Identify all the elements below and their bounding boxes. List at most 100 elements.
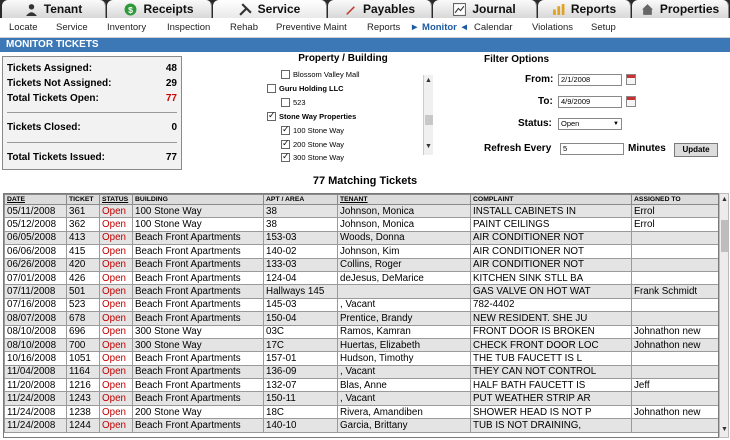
date-cell: 08/10/2008 xyxy=(4,324,67,339)
scroll-thumb[interactable] xyxy=(425,115,433,125)
tab-service[interactable]: Service xyxy=(213,0,327,18)
complaint-cell: HALF BATH FAUCETT IS xyxy=(470,378,632,393)
property-item-stone-way-properties[interactable]: Stone Way Properties xyxy=(267,110,356,121)
table-row[interactable]: 06/05/2008 413 Open Beach Front Apartments 1… xyxy=(4,230,718,246)
property-item-100-stone-way[interactable]: 100 Stone Way xyxy=(281,124,344,135)
tab-journal[interactable]: Journal xyxy=(433,0,537,18)
property-item-guru-holding[interactable]: Guru Holding LLC xyxy=(267,84,344,93)
property-scrollbar[interactable]: ▲ ▼ xyxy=(423,75,433,155)
table-row[interactable]: 07/01/2008 426 Open Beach Front Apartments 1… xyxy=(4,270,718,286)
ticket-cell: 678 xyxy=(66,311,100,326)
refresh-interval-input[interactable]: 5 xyxy=(560,143,624,155)
subnav-setup[interactable]: Setup xyxy=(591,22,616,33)
apt-area-cell: 133-03 xyxy=(263,257,338,272)
table-row[interactable]: 08/07/2008 678 Open Beach Front Apartments 1… xyxy=(4,311,718,326)
checkbox[interactable] xyxy=(281,124,290,135)
service-subnav: Locate Service Inventory Inspection Reha… xyxy=(0,18,730,38)
to-date-input[interactable]: 4/9/2009 xyxy=(558,96,622,108)
complaint-cell: PAINT CEILINGS xyxy=(470,217,632,232)
status-cell: Open xyxy=(99,391,133,406)
ticket-cell: 696 xyxy=(66,324,100,339)
summary-issued: Total Tickets Issued: 77 xyxy=(7,152,177,163)
table-row[interactable]: 11/24/2008 1243 Open Beach Front Apartments… xyxy=(4,391,718,406)
tab-tenant[interactable]: Tenant xyxy=(2,0,106,18)
scroll-up-icon[interactable]: ▲ xyxy=(721,196,728,203)
subnav-rehab[interactable]: Rehab xyxy=(230,22,258,33)
status-cell: Open xyxy=(99,311,133,326)
table-row[interactable]: 06/26/2008 420 Open Beach Front Apartments 1… xyxy=(4,257,718,272)
table-row[interactable]: 10/16/2008 1051 Open Beach Front Apartments… xyxy=(4,351,718,366)
column-header-complaint[interactable]: COMPLAINT xyxy=(470,194,632,205)
column-header-building[interactable]: BUILDING xyxy=(132,194,264,205)
property-picker-title: Property / Building xyxy=(298,53,388,64)
building-cell: Beach Front Apartments xyxy=(132,418,264,433)
date-cell: 11/24/2008 xyxy=(4,391,67,406)
tab-reports[interactable]: Reports xyxy=(538,0,631,18)
tab-receipts[interactable]: $ Receipts xyxy=(107,0,212,18)
property-item-blossom-valley-mall[interactable]: Blossom Valley Mall xyxy=(281,70,360,79)
table-row[interactable]: 11/04/2008 1164 Open Beach Front Apartments… xyxy=(4,364,718,380)
assigned-to-cell: Johnathon new xyxy=(631,337,718,353)
status-cell: Open xyxy=(99,418,133,433)
subnav-reports[interactable]: Reports xyxy=(367,22,400,33)
subnav-monitor[interactable]: ► Monitor ◄ xyxy=(410,22,469,33)
subnav-inspection[interactable]: Inspection xyxy=(167,22,210,33)
table-row[interactable]: 11/24/2008 1238 Open 200 Stone Way 18C Rivera… xyxy=(4,404,718,420)
column-header-tenant[interactable]: TENANT xyxy=(337,194,471,205)
calendar-icon[interactable] xyxy=(626,74,636,85)
to-label: To: xyxy=(538,96,553,107)
checkbox[interactable] xyxy=(281,138,290,149)
complaint-cell: AIR CONDITIONER NOT xyxy=(470,244,632,259)
table-row[interactable]: 08/10/2008 696 Open 300 Stone Way 03C Ramos, … xyxy=(4,324,718,339)
subnav-preventive-maint[interactable]: Preventive Maint xyxy=(276,22,347,33)
status-cell: Open xyxy=(99,364,133,380)
table-row[interactable]: 05/12/2008 362 Open 100 Stone Way 38 Johnson,… xyxy=(4,217,718,232)
table-row[interactable]: 05/11/2008 361 Open 100 Stone Way 38 Johnson,… xyxy=(4,203,718,219)
building-cell: 300 Stone Way xyxy=(132,324,264,339)
date-cell: 05/11/2008 xyxy=(4,203,67,219)
assigned-to-cell xyxy=(631,230,718,246)
subnav-inventory[interactable]: Inventory xyxy=(107,22,146,33)
subnav-violations[interactable]: Violations xyxy=(532,22,573,33)
scroll-thumb[interactable] xyxy=(721,220,728,252)
column-header-apt-area[interactable]: APT / AREA xyxy=(263,194,338,205)
property-item-200-stone-way[interactable]: 200 Stone Way xyxy=(281,138,344,149)
tab-payables[interactable]: Payables xyxy=(328,0,432,18)
table-row[interactable]: 08/10/2008 700 Open 300 Stone Way 17C Huertas… xyxy=(4,337,718,353)
table-row[interactable]: 06/06/2008 415 Open Beach Front Apartments 1… xyxy=(4,244,718,259)
subnav-service[interactable]: Service xyxy=(56,22,88,33)
column-header-assigned-to[interactable]: ASSIGNED TO xyxy=(631,194,718,205)
checkbox[interactable] xyxy=(281,70,290,79)
summary-open: Total Tickets Open: 77 xyxy=(7,93,177,104)
scroll-down-icon[interactable]: ▼ xyxy=(425,143,432,150)
complaint-cell: GAS VALVE ON HOT WAT xyxy=(470,284,632,299)
scroll-down-icon[interactable]: ▼ xyxy=(721,426,728,433)
update-button[interactable]: Update xyxy=(674,143,718,157)
property-item-523[interactable]: 523 xyxy=(281,98,306,107)
from-date-input[interactable]: 2/1/2008 xyxy=(558,74,622,86)
table-row[interactable]: 11/24/2008 1244 Open Beach Front Apartments… xyxy=(4,418,718,433)
ticket-cell: 1244 xyxy=(66,418,100,433)
column-header-ticket[interactable]: TICKET xyxy=(66,194,100,205)
date-cell: 10/16/2008 xyxy=(4,351,67,366)
column-header-status[interactable]: STATUS xyxy=(99,194,133,205)
tab-properties[interactable]: Properties xyxy=(632,0,729,18)
status-cell: Open xyxy=(99,230,133,246)
table-row[interactable]: 11/20/2008 1216 Open Beach Front Apartments… xyxy=(4,378,718,393)
checkbox[interactable] xyxy=(267,110,276,121)
checkbox[interactable] xyxy=(267,84,276,93)
date-cell: 06/05/2008 xyxy=(4,230,67,246)
checkbox[interactable] xyxy=(281,151,290,162)
calendar-icon[interactable] xyxy=(626,96,636,107)
table-scrollbar[interactable]: ▲ ▼ xyxy=(719,193,729,438)
subnav-locate[interactable]: Locate xyxy=(9,22,38,33)
status-cell: Open xyxy=(99,297,133,313)
table-row[interactable]: 07/16/2008 523 Open Beach Front Apartments 1… xyxy=(4,297,718,313)
checkbox[interactable] xyxy=(281,98,290,107)
scroll-up-icon[interactable]: ▲ xyxy=(425,77,432,84)
table-row[interactable]: 07/11/2008 501 Open Beach Front Apartments H… xyxy=(4,284,718,299)
column-header-date[interactable]: DATE xyxy=(4,194,67,205)
subnav-calendar[interactable]: Calendar xyxy=(474,22,513,33)
status-select[interactable]: Open ▼ xyxy=(558,118,622,130)
property-item-300-stone-way[interactable]: 300 Stone Way xyxy=(281,151,344,162)
